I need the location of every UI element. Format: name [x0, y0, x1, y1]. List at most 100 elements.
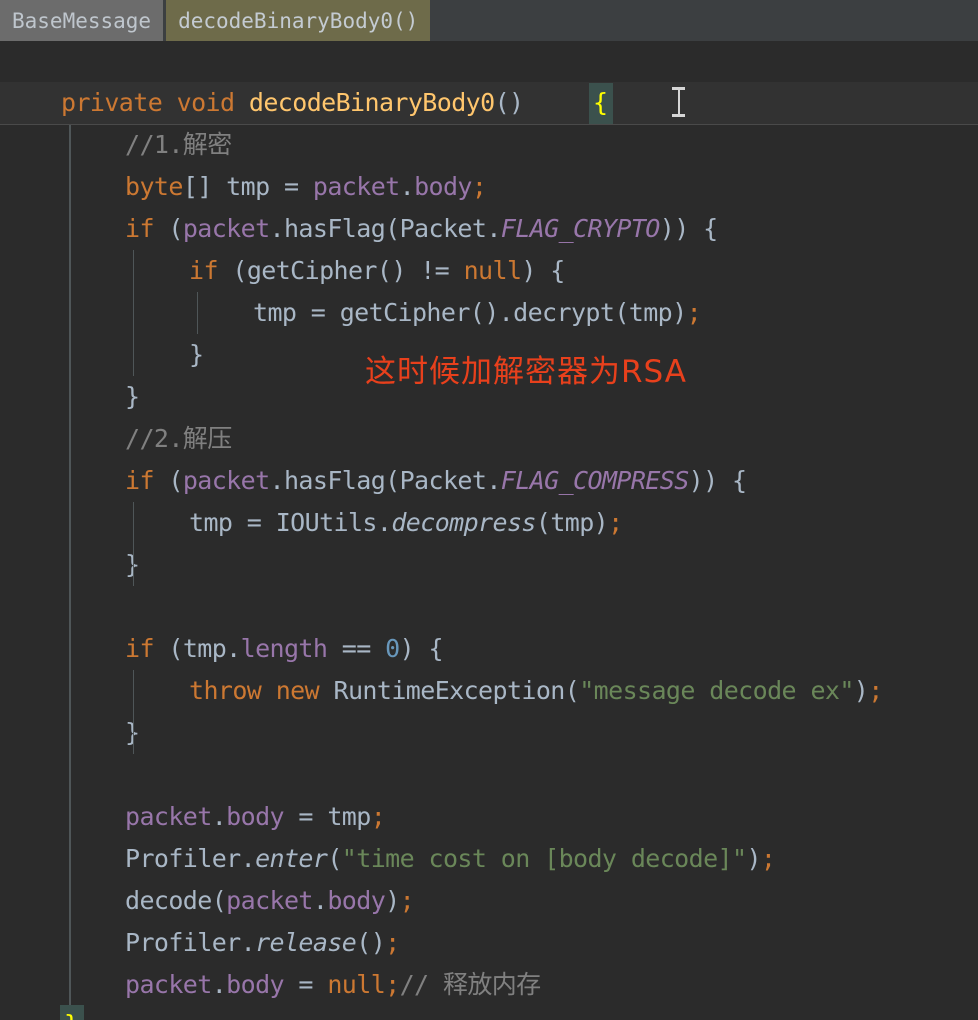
token: hasFlag [283, 466, 386, 495]
token: new [275, 676, 320, 705]
token: body [226, 970, 284, 999]
token: ( [217, 256, 247, 285]
code-line[interactable]: } [125, 376, 140, 418]
token: if [125, 634, 155, 663]
token: release [255, 928, 357, 957]
token: packet [312, 172, 400, 201]
token: Profiler [125, 844, 241, 873]
code-line[interactable]: tmp = IOUtils.decompress(tmp); [189, 502, 623, 544]
code-line[interactable]: //1.解密 [125, 124, 232, 166]
token: ( [153, 466, 183, 495]
token: tmp [182, 634, 227, 663]
token: RuntimeException [333, 676, 566, 705]
token: () != [376, 256, 464, 285]
token: } [125, 382, 140, 411]
token: getCipher [339, 298, 471, 327]
token: decrypt [513, 298, 615, 327]
code-line[interactable]: Profiler.enter("time cost on [body decod… [125, 838, 776, 880]
code-line[interactable]: byte[] tmp = packet.body; [125, 166, 487, 208]
token: // 释放内存 [399, 970, 542, 999]
token: () [494, 88, 525, 117]
token: ( [153, 214, 183, 243]
token: "time cost on [body decode]" [341, 844, 747, 873]
token: ) [853, 676, 869, 705]
token: ; [760, 844, 776, 873]
token: } [189, 340, 204, 369]
code-line[interactable]: if (getCipher() != null) { [189, 250, 565, 292]
token: ) [385, 886, 400, 915]
token: ; [868, 676, 883, 705]
token: ; [370, 802, 386, 831]
code-line[interactable]: packet.body = tmp; [125, 796, 386, 838]
token: decompress [391, 508, 536, 537]
token: ) { [521, 256, 565, 285]
token: . [240, 844, 256, 873]
code-line[interactable]: Profiler.release(); [125, 922, 400, 964]
indent-guide [133, 250, 134, 376]
token: void [176, 88, 235, 117]
indent-guide [133, 670, 134, 754]
token: packet [226, 886, 313, 915]
token: [] [182, 172, 213, 201]
token: . [486, 214, 501, 243]
code-line[interactable]: decode(packet.body); [125, 880, 415, 922]
token: body [226, 802, 284, 831]
token: ; [385, 928, 400, 957]
indent-guide [133, 502, 134, 586]
token: IOUtils [275, 508, 378, 537]
code-line[interactable]: tmp = getCipher().decrypt(tmp); [253, 292, 702, 334]
code-line[interactable]: if (packet.hasFlag(Packet.FLAG_CRYPTO)) … [125, 208, 718, 250]
token: body [414, 172, 472, 201]
token: () [356, 928, 386, 957]
breadcrumb: BaseMessage decodeBinaryBody0() [0, 0, 978, 41]
token: private [61, 88, 163, 117]
token: throw [189, 676, 262, 705]
token: . [269, 214, 285, 243]
code-line[interactable]: //2.解压 [125, 418, 232, 460]
token: . [240, 928, 256, 957]
token: length [240, 634, 328, 663]
token: . [399, 172, 415, 201]
code-line[interactable]: } [189, 334, 204, 376]
token: packet [125, 802, 212, 831]
token: ; [399, 886, 415, 915]
token: if [125, 466, 155, 495]
token: ( [327, 844, 342, 873]
token: = [269, 172, 313, 201]
token: hasFlag [283, 214, 386, 243]
token: (). [469, 298, 514, 327]
token: . [312, 886, 328, 915]
token: tmp [550, 508, 594, 537]
code-line[interactable]: if (tmp.length == 0) { [125, 628, 444, 670]
token: ; [385, 970, 400, 999]
token: decode [125, 886, 212, 915]
token: ( [614, 298, 629, 327]
token: ) [672, 298, 687, 327]
code-line[interactable]: throw new RuntimeException("message deco… [189, 670, 883, 712]
breadcrumb-item-class[interactable]: BaseMessage [0, 0, 164, 41]
token: Packet [399, 466, 487, 495]
indent-guide [197, 292, 198, 334]
token: FLAG_CRYPTO [500, 214, 661, 243]
token: packet [125, 970, 212, 999]
token: //2.解压 [125, 424, 232, 453]
token: ( [535, 508, 551, 537]
token: = [283, 970, 328, 999]
code-line[interactable]: if (packet.hasFlag(Packet.FLAG_COMPRESS)… [125, 460, 747, 502]
token: = [283, 802, 328, 831]
token: FLAG_COMPRESS [500, 466, 689, 495]
code-line[interactable]: packet.body = null;// 释放内存 [125, 964, 541, 1006]
token: ( [385, 214, 400, 243]
token: ) [746, 844, 761, 873]
token: //1.解密 [125, 130, 232, 159]
token: ( [211, 886, 227, 915]
method-signature-line[interactable]: private void decodeBinaryBody0() [61, 82, 538, 124]
close-brace: } [64, 1004, 79, 1020]
code-editor[interactable]: private void decodeBinaryBody0() //1.解密 b… [0, 41, 978, 1020]
breadcrumb-item-method[interactable]: decodeBinaryBody0() [166, 0, 431, 41]
token: . [211, 802, 227, 831]
token: ; [471, 172, 487, 201]
